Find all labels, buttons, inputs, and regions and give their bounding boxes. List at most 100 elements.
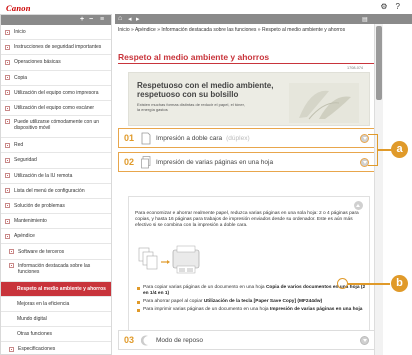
title-divider (118, 63, 374, 64)
main-pane: ⌂ ◂ ▸ ▤ Inicio » Apéndice » Información … (115, 14, 412, 355)
sidebar-item[interactable]: Utilización de la IU remota (1, 169, 111, 184)
sidebar-item[interactable]: Apéndice (1, 229, 111, 245)
sidebar-item-label: Utilización del equipo como impresora (14, 89, 99, 96)
sidebar-item-label: Lista del menú de configuración (14, 187, 85, 194)
gear-icon[interactable]: ⚙ (380, 2, 387, 11)
help-icon[interactable]: ? (396, 2, 400, 11)
sidebar-item-label: Puede utilizarse cómodamente con un disp… (14, 119, 100, 132)
sidebar-item[interactable]: Inicio (1, 25, 111, 41)
expand-icon[interactable] (5, 157, 10, 163)
callout-b: b (391, 275, 408, 292)
expand-icon[interactable] (5, 44, 10, 50)
sidebar-item[interactable]: Solución de problemas (1, 199, 111, 215)
expand-icon[interactable] (5, 218, 10, 224)
expand-icon[interactable] (5, 29, 10, 35)
card-title: Modo de reposo (156, 336, 203, 344)
sidebar-item[interactable]: Seguridad (1, 153, 111, 169)
sidebar-item-label: Especificaciones (18, 346, 56, 353)
sidebar-item[interactable]: Utilización del equipo como escáner (1, 101, 111, 117)
sidebar-item-label: Copia (14, 74, 28, 81)
scrollbar[interactable] (374, 24, 383, 355)
section-card-duplex[interactable]: 01 Impresión a doble cara (dúplex) (118, 128, 376, 148)
multipage-illustration (138, 245, 200, 274)
sidebar-item[interactable]: Instrucciones de seguridad importantes (1, 40, 111, 56)
banner-heading: Respetuoso con el medio ambiente, respet… (137, 81, 274, 99)
sidebar-item[interactable]: Especificaciones (1, 342, 111, 354)
section-card-sleep[interactable]: 03 Modo de reposo (118, 330, 376, 350)
expand-icon[interactable] (9, 346, 14, 352)
forward-icon[interactable]: ▸ (136, 15, 140, 23)
expand-icon[interactable] (5, 119, 10, 125)
sidebar-item[interactable]: Otras funciones (1, 327, 111, 343)
card-number: 03 (123, 335, 134, 345)
card-number: 02 (123, 157, 134, 167)
pages-icon (141, 155, 151, 168)
expand-icon[interactable] (9, 249, 14, 255)
sidebar-item[interactable]: Utilización del equipo como impresora (1, 86, 111, 101)
card-title: Impresión de varias páginas en una hoja (156, 158, 274, 166)
sidebar-item[interactable]: Mantenimiento (1, 214, 111, 230)
sidebar-item[interactable]: Lista del menú de configuración (1, 184, 111, 199)
sidebar-item-label: Utilización del equipo como escáner (14, 105, 95, 112)
list-item: Para ahorrar papel al copiar Utilización… (135, 299, 367, 305)
callout-target-circle (337, 278, 348, 289)
top-bar: Canon ⚙ ? (0, 0, 412, 14)
section-card-multipage[interactable]: 02 Impresión de varias páginas en una ho… (118, 152, 376, 172)
sidebar-item-label: Software de terceros (18, 248, 65, 255)
list-icon[interactable]: ≡ (100, 16, 104, 23)
eco-banner: Respetuoso con el medio ambiente, respet… (128, 72, 370, 126)
expand-icon[interactable] (5, 75, 10, 81)
canon-logo: Canon (6, 3, 31, 13)
content-toolbar: ⌂ ◂ ▸ ▤ (115, 14, 412, 24)
list-item: Para imprimir varias páginas de un docum… (135, 307, 367, 313)
expand-icon[interactable] (5, 90, 10, 96)
sidebar-item[interactable]: Red (1, 138, 111, 154)
home-icon[interactable]: ⌂ (118, 15, 122, 22)
sidebar-item-label: Solución de problemas (14, 202, 65, 209)
sidebar-item-label: Inicio (14, 29, 26, 36)
sidebar-item[interactable]: Operaciones básicas (1, 55, 111, 71)
bullet-list: Para copiar varias páginas de un documen… (135, 285, 367, 315)
print-icon[interactable]: ▤ (362, 16, 368, 23)
expand-icon[interactable] (5, 142, 10, 148)
expand-icon[interactable] (5, 59, 10, 65)
bullet-link[interactable]: Utilización de la tecla [Paper Save Copy… (204, 299, 322, 304)
expand-icon[interactable] (5, 203, 10, 209)
sidebar-item[interactable]: Mundo digital (1, 312, 111, 328)
callout-a: a (391, 141, 408, 158)
list-item: Para copiar varias páginas de un documen… (135, 285, 367, 297)
sidebar-item-label: Mejoras en la eficiencia (17, 300, 70, 307)
minus-icon[interactable]: − (89, 16, 93, 23)
sidebar-item[interactable]: Información destacada sobre las funcione… (1, 260, 111, 282)
leaf-illustration (289, 83, 359, 123)
sidebar-item-label: Mundo digital (17, 316, 47, 323)
document-icon (141, 132, 151, 144)
scrollbar-thumb[interactable] (376, 26, 382, 100)
card-number: 01 (123, 133, 134, 143)
moon-icon (141, 335, 148, 345)
expand-icon[interactable] (9, 262, 14, 268)
section-intro-text: Para economizar e ahorrar realmente pape… (135, 211, 359, 228)
sidebar-navigation: + − ≡ Inicio Instrucciones de seguridad i… (0, 14, 112, 355)
expand-toggle-icon[interactable] (360, 336, 369, 345)
expand-icon[interactable] (5, 173, 10, 179)
breadcrumb[interactable]: Inicio » Apéndice » Información destacad… (118, 27, 378, 34)
card-suffix: (dúplex) (226, 134, 250, 142)
sidebar-item[interactable]: Puede utilizarse cómodamente con un disp… (1, 116, 111, 139)
sidebar-item[interactable]: Mejoras en la eficiencia (1, 297, 111, 312)
sidebar-item[interactable]: Software de terceros (1, 244, 111, 260)
sidebar-item-label: Otras funciones (17, 331, 53, 338)
sidebar-item[interactable]: Respeto al medio ambiente y ahorros (1, 281, 111, 297)
back-icon[interactable]: ◂ (128, 15, 132, 23)
plus-icon[interactable]: + (80, 16, 84, 23)
bullet-link[interactable]: Impresión de varias páginas en una hoja (270, 307, 363, 312)
sidebar-list: Inicio Instrucciones de seguridad importa… (1, 25, 111, 354)
expand-icon[interactable] (5, 188, 10, 194)
expand-icon[interactable] (5, 233, 10, 239)
sidebar-item[interactable]: Copia (1, 71, 111, 86)
page-code: 1708-074 (347, 66, 364, 70)
sidebar-item-label: Instrucciones de seguridad importantes (14, 44, 102, 51)
expand-icon[interactable] (5, 105, 10, 111)
sidebar-item-label: Mantenimiento (14, 218, 47, 225)
collapse-toggle-icon[interactable] (354, 201, 363, 210)
